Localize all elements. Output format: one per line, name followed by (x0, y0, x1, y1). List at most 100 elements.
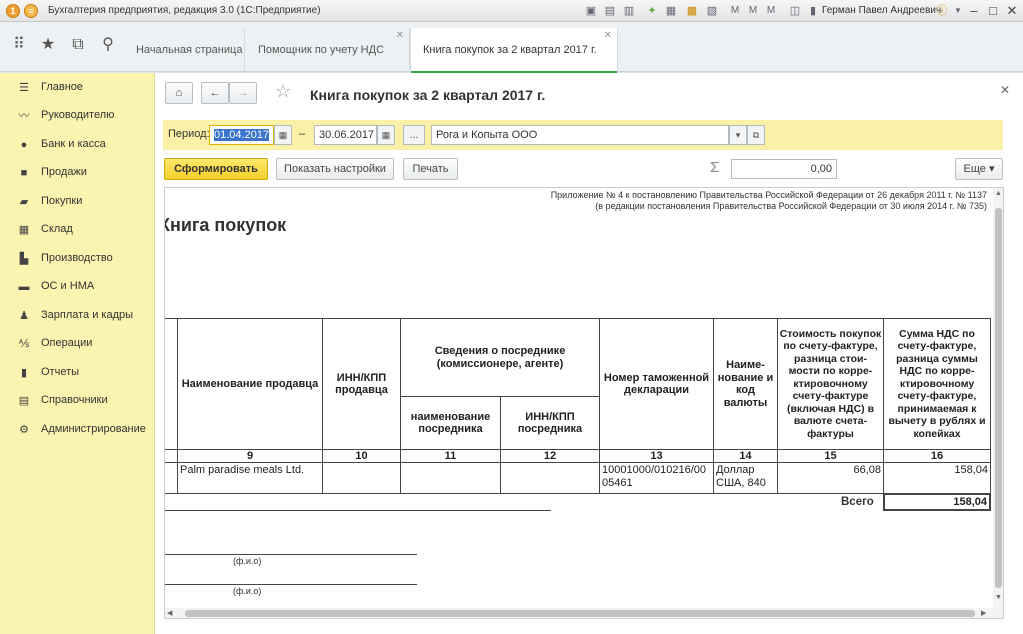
sidebar-item-bank[interactable]: ● Банк и касса (0, 134, 155, 156)
user-icon: ▮ (809, 5, 817, 17)
sidebar-item-label: Руководителю (41, 109, 115, 121)
show-settings-button[interactable]: Показать настройки (276, 158, 394, 180)
scroll-left-icon[interactable]: ◀ (167, 609, 172, 617)
table-cell-intermediary-inn[interactable] (500, 462, 600, 494)
column-number: 10 (322, 449, 401, 463)
table-cell-vat[interactable]: 158,04 (883, 462, 991, 494)
maximize-icon[interactable]: □ (984, 2, 1002, 20)
sidebar-item-director[interactable]: 〰 Руководителю (0, 105, 155, 127)
preview-icon[interactable]: ▥ (622, 4, 636, 18)
sum-field[interactable]: 0,00 (731, 159, 837, 179)
history-icon[interactable]: ▦ (664, 4, 678, 18)
main-form: ⌂ ← → ☆ Книга покупок за 2 квартал 2017 … (155, 73, 1023, 634)
period-label: Период: (168, 128, 210, 140)
memory-m-icon[interactable]: M (728, 4, 742, 18)
sidebar-item-label: Покупки (41, 195, 83, 207)
sum-icon: Σ (710, 159, 720, 176)
horizontal-scrollbar[interactable]: ◀ ▶ (165, 608, 993, 618)
sidebar-item-label: Производство (41, 252, 113, 264)
date-to-field[interactable]: 30.06.2017 (314, 125, 377, 145)
generate-button[interactable]: Сформировать (164, 158, 268, 180)
header-seller-name: Наименование продавца (177, 318, 323, 450)
sidebar-item-operations[interactable]: ⅍ Операции (0, 333, 155, 355)
organization-open-icon[interactable]: ⧉ (747, 125, 765, 145)
calendar-to-icon[interactable]: ▦ (377, 125, 395, 145)
dropdown-icon[interactable]: ▼ (951, 4, 965, 18)
sidebar-item-salary[interactable]: ♟ Зарплата и кадры (0, 305, 155, 327)
panel-icon[interactable]: ◫ (788, 4, 802, 18)
close-tab-icon[interactable]: ✕ (396, 14, 404, 58)
table-cell-cost[interactable]: 66,08 (777, 462, 884, 494)
app-menu-icon[interactable]: ≡ (24, 4, 38, 18)
tab-purchase-book[interactable]: Книга покупок за 2 квартал 2017 г. ✕ (410, 28, 618, 73)
sidebar-item-reports[interactable]: ▮ Отчеты (0, 362, 155, 384)
sidebar-item-production[interactable]: ▙ Производство (0, 248, 155, 270)
calc-icon[interactable]: ▧ (705, 4, 719, 18)
back-button[interactable]: ← (201, 82, 229, 104)
appendix-line-2: (в редакции постановления Правительства … (595, 201, 987, 211)
close-window-icon[interactable]: ✕ (1003, 2, 1021, 20)
sidebar-item-main[interactable]: ☰ Главное (0, 77, 155, 99)
column-number: 13 (599, 449, 714, 463)
table-cell-currency[interactable]: Доллар США, 840 (713, 462, 778, 494)
tab-home[interactable]: Начальная страница (124, 28, 245, 72)
search-icon[interactable]: ⚲ (97, 34, 119, 56)
sidebar-item-warehouse[interactable]: ▦ Склад (0, 219, 155, 241)
link-icon[interactable]: ▩ (685, 4, 699, 18)
sidebar-item-label: Отчеты (41, 366, 80, 378)
tab-label: Начальная страница (136, 44, 243, 56)
apps-grid-icon[interactable]: ⠿ (8, 34, 30, 56)
info-icon[interactable]: ⓘ (935, 4, 949, 18)
scroll-right-icon[interactable]: ▶ (981, 609, 986, 617)
table-cell-seller-name[interactable]: Palm paradise meals Ltd. (177, 462, 323, 494)
table-cell-intermediary-name[interactable] (400, 462, 501, 494)
report-icon: ▮ (20, 367, 28, 379)
report-area[interactable]: Приложение № 4 к постановлению Правитель… (164, 187, 1004, 619)
organization-dropdown-icon[interactable]: ▾ (729, 125, 747, 145)
sidebar-item-sales[interactable]: ■ Продажи (0, 162, 155, 184)
column-number: 16 (883, 449, 991, 463)
close-form-icon[interactable]: ✕ (1000, 83, 1010, 97)
calendar-from-icon[interactable]: ▦ (274, 125, 292, 145)
period-select-button[interactable]: ... (403, 125, 425, 145)
more-button[interactable]: Еще ▾ (955, 158, 1003, 180)
sidebar-item-catalogs[interactable]: ▤ Справочники (0, 390, 155, 412)
sidebar-item-label: Зарплата и кадры (41, 309, 134, 321)
forward-button[interactable]: → (229, 82, 257, 104)
header-customs-declaration: Номер таможенной декларации (599, 318, 714, 450)
sidebar-item-admin[interactable]: ⚙ Администрирование (0, 419, 155, 441)
favorites-star-icon[interactable]: ★ (37, 34, 59, 56)
vertical-scroll-thumb[interactable] (995, 208, 1002, 588)
memory-mminus-icon[interactable]: M (764, 4, 778, 18)
date-from-field[interactable]: 01.04.2017 (209, 125, 274, 145)
vertical-scrollbar[interactable]: ▲ ▼ (993, 188, 1003, 618)
bag-icon: ■ (20, 167, 28, 179)
total-label: Всего (841, 496, 874, 508)
separator-line (165, 510, 551, 511)
organization-field[interactable]: Рога и Копыта ООО (431, 125, 729, 145)
sidebar: ☰ Главное 〰 Руководителю ● Банк и касса ■ Пр… (0, 73, 155, 634)
scroll-up-icon[interactable]: ▲ (995, 190, 1002, 197)
favorite-star-icon[interactable]: ☆ (275, 81, 291, 102)
save-icon[interactable]: ▣ (584, 4, 598, 18)
close-tab-icon[interactable]: ✕ (604, 14, 612, 58)
cart-icon: ▰ (19, 196, 29, 208)
history-clock-icon[interactable]: ⧉ (67, 34, 89, 56)
chart-icon: 〰 (18, 110, 30, 122)
scroll-down-icon[interactable]: ▼ (995, 594, 1002, 601)
table-cell-customs-declaration[interactable]: 10001000/010216/0005461 (599, 462, 714, 494)
app-logo-icon: 1 (6, 4, 20, 18)
table-cell-seller-inn[interactable] (322, 462, 401, 494)
tab-vat-assistant[interactable]: Помощник по учету НДС ✕ (246, 28, 410, 72)
user-name[interactable]: Герман Павел Андреевич (822, 5, 941, 16)
sidebar-item-assets[interactable]: ▬ ОС и НМА (0, 276, 155, 298)
favorites-icon[interactable]: ✦ (645, 4, 659, 18)
sidebar-item-purchases[interactable]: ▰ Покупки (0, 191, 155, 213)
home-button[interactable]: ⌂ (165, 82, 193, 104)
print-button[interactable]: Печать (403, 158, 458, 180)
warehouse-icon: ▦ (18, 224, 30, 236)
sidebar-item-label: Главное (41, 81, 84, 93)
minimize-icon[interactable]: – (965, 2, 983, 20)
memory-mplus-icon[interactable]: M (746, 4, 760, 18)
horizontal-scroll-thumb[interactable] (185, 610, 975, 617)
